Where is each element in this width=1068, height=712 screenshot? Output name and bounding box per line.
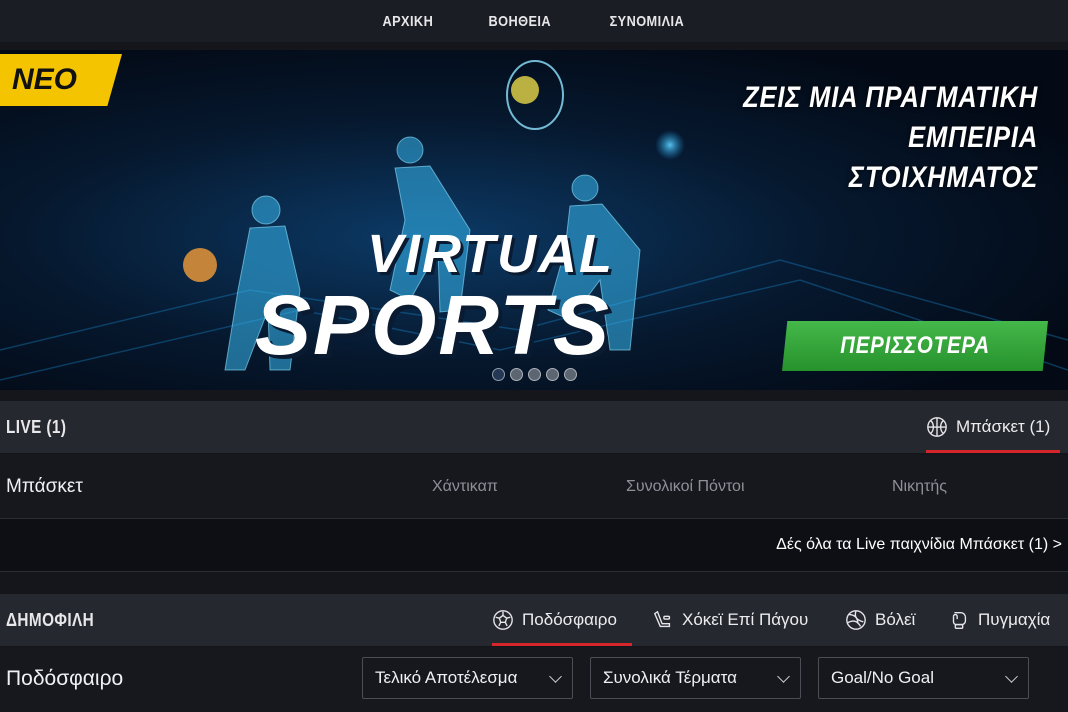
- market-select-final-result[interactable]: Τελικό Αποτέλεσμα: [362, 657, 573, 699]
- carousel-dot[interactable]: [546, 368, 559, 381]
- top-nav: ΑΡΧΙΚΗ ΒΟΗΘΕΙΑ ΣΥΝΟΜΙΛΙΑ: [0, 0, 1068, 42]
- market-select-value: Συνολικά Τέρματα: [603, 668, 737, 687]
- nav-home-link[interactable]: ΑΡΧΙΚΗ: [382, 13, 433, 30]
- chevron-down-icon: [1005, 670, 1018, 683]
- market-select-value: Goal/No Goal: [831, 668, 934, 687]
- promo-banner[interactable]: ΝΕΟ ΖΕΙΣ ΜΙΑ ΠΡΑΓΜΑΤΙΚΗ ΕΜΠΕΙΡΙΑ ΣΤΟΙΧΗΜ…: [0, 50, 1068, 390]
- live-sport-name: Μπάσκετ: [6, 476, 83, 497]
- tab-live-basketball[interactable]: Μπάσκετ (1): [926, 401, 1060, 453]
- market-select-goal-no-goal[interactable]: Goal/No Goal: [818, 657, 1029, 699]
- soccer-ball-icon: [493, 610, 513, 630]
- more-button-label: ΠΕΡΙΣΣΟΤΕΡΑ: [840, 332, 990, 359]
- live-section-title: LIVE (1): [6, 417, 67, 437]
- see-all-live-link[interactable]: Δές όλα τα Live παιχνίδια Μπάσκετ (1) >: [776, 536, 1062, 554]
- carousel-dot[interactable]: [528, 368, 541, 381]
- banner-headline-line: ΖΕΙΣ ΜΙΑ ΠΡΑΓΜΑΤΙΚΗ: [742, 81, 1038, 114]
- basketball-icon: [927, 417, 947, 437]
- section-spacer: [0, 572, 1068, 594]
- see-all-live-row: Δές όλα τα Live παιχνίδια Μπάσκετ (1) >: [0, 519, 1068, 571]
- virtual-sports-title: VIRTUAL SPORTS: [255, 225, 614, 367]
- live-section-header: LIVE (1) Μπάσκετ (1): [0, 401, 1068, 453]
- carousel-dot[interactable]: [564, 368, 577, 381]
- market-select-value: Τελικό Αποτέλεσμα: [375, 668, 518, 687]
- banner-headline-line: ΣΤΟΙΧΗΜΑΤΟΣ: [848, 161, 1038, 194]
- market-select-total-goals[interactable]: Συνολικά Τέρματα: [590, 657, 801, 699]
- popular-sport-name: Ποδόσφαιρο: [6, 667, 124, 690]
- chevron-down-icon: [777, 670, 790, 683]
- chevron-down-icon: [549, 670, 562, 683]
- more-button[interactable]: ΠΕΡΙΣΣΟΤΕΡΑ: [782, 321, 1048, 371]
- active-tab-underline: [926, 450, 1060, 453]
- market-column-total-points: Συνολικοί Πόντοι: [626, 478, 745, 495]
- boxing-glove-icon: [952, 611, 967, 629]
- virtual-title-line: VIRTUAL: [367, 224, 615, 284]
- carousel-dot[interactable]: [510, 368, 523, 381]
- tab-football[interactable]: Ποδόσφαιρο: [492, 594, 632, 646]
- ice-hockey-icon: [653, 610, 671, 628]
- nav-chat-link[interactable]: ΣΥΝΟΜΙΛΙΑ: [609, 13, 684, 30]
- sports-title-line: SPORTS: [255, 278, 611, 372]
- nav-help-link[interactable]: ΒΟΗΘΕΙΑ: [489, 13, 551, 30]
- tab-ice-hockey-label: Χόκεϊ Επί Πάγου: [682, 610, 809, 629]
- tab-boxing-label: Πυγμαχία: [978, 610, 1051, 629]
- active-tab-underline: [492, 643, 632, 646]
- banner-headline-line: ΕΜΠΕΙΡΙΑ: [908, 121, 1038, 154]
- tab-ice-hockey[interactable]: Χόκεϊ Επί Πάγου: [652, 594, 808, 646]
- volleyball-icon: [846, 610, 866, 630]
- tab-football-label: Ποδόσφαιρο: [522, 610, 617, 629]
- popular-section-header: ΔΗΜΟΦΙΛΗ Ποδόσφαιρο Χόκεϊ Επί Πάγου Βόλε…: [0, 594, 1068, 646]
- live-market-header: Μπάσκετ Χάντικαπ Συνολικοί Πόντοι Νικητή…: [0, 455, 1068, 518]
- tab-live-basketball-label: Μπάσκετ (1): [956, 417, 1051, 436]
- tab-boxing[interactable]: Πυγμαχία: [948, 594, 1050, 646]
- tab-volleyball-label: Βόλεϊ: [875, 610, 916, 629]
- market-column-winner: Νικητής: [892, 478, 947, 495]
- popular-market-row: Ποδόσφαιρο Τελικό Αποτέλεσμα Συνολικά Τέ…: [0, 647, 1068, 712]
- new-badge-label: ΝΕΟ: [12, 63, 78, 96]
- carousel-dot[interactable]: [492, 368, 505, 381]
- banner-headline: ΖΕΙΣ ΜΙΑ ΠΡΑΓΜΑΤΙΚΗ ΕΜΠΕΙΡΙΑ ΣΤΟΙΧΗΜΑΤΟΣ: [691, 78, 1038, 198]
- new-badge: ΝΕΟ: [0, 54, 122, 106]
- popular-section-title: ΔΗΜΟΦΙΛΗ: [6, 610, 95, 630]
- carousel-dots: [492, 368, 577, 381]
- market-column-handicap: Χάντικαπ: [432, 478, 498, 495]
- tab-volleyball[interactable]: Βόλεϊ: [845, 594, 915, 646]
